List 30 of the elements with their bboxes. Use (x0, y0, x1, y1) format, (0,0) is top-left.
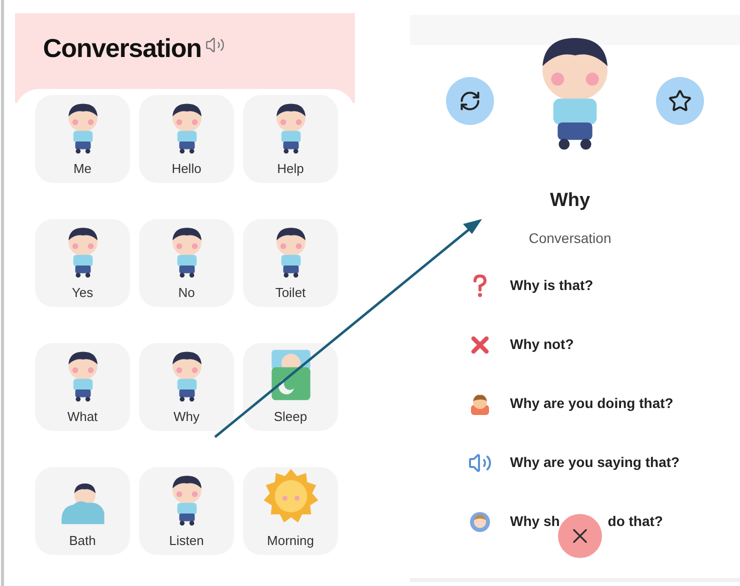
word-card[interactable]: Bath (35, 467, 130, 555)
word-card[interactable]: Help (243, 95, 338, 183)
person-icon (469, 510, 491, 532)
word-title: Why (550, 189, 590, 213)
word-card[interactable]: Morning (243, 467, 338, 555)
word-card[interactable]: Yes (35, 219, 130, 307)
word-card[interactable]: Sleep (243, 343, 338, 431)
screen-title: Conversation (43, 32, 202, 65)
word-card[interactable]: Me (35, 95, 130, 183)
question-mark-icon (472, 274, 488, 298)
star-icon (668, 89, 692, 113)
word-card[interactable]: Why (139, 343, 234, 431)
phrase-text[interactable]: Why not? (510, 334, 574, 355)
phrase-text[interactable]: Why are you saying that? (510, 452, 680, 473)
word-card[interactable]: Hello (139, 95, 234, 183)
word-card[interactable]: Listen (139, 467, 234, 555)
word-card[interactable]: No (139, 219, 234, 307)
category-label: Conversation (528, 228, 612, 248)
word-card[interactable]: What (35, 343, 130, 431)
word-card[interactable]: Toilet (243, 219, 338, 307)
refresh-button[interactable] (446, 77, 494, 125)
phrase-text[interactable]: do that? (608, 511, 663, 532)
refresh-icon (459, 90, 481, 112)
person-icon (469, 392, 491, 414)
close-button[interactable] (558, 514, 602, 558)
phrase-text[interactable]: Why are you doing that? (510, 393, 674, 414)
star-button[interactable] (656, 77, 704, 125)
phrase-text[interactable]: Why sh (510, 511, 560, 532)
speaker-icon[interactable] (205, 35, 226, 55)
phrase-text[interactable]: Why is that? (510, 275, 594, 296)
